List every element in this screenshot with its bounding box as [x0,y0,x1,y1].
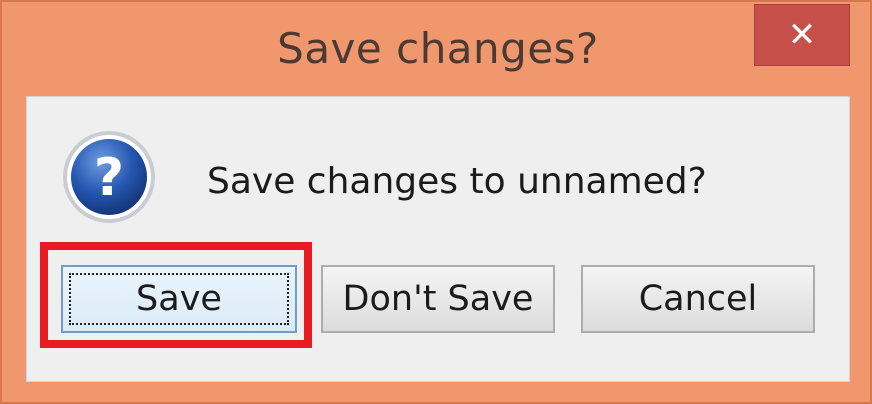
dialog-window: Save changes? ✕ ? Save changes to unname… [0,0,872,404]
close-button[interactable]: ✕ [754,4,850,66]
question-icon: ? [63,131,155,223]
focus-rectangle [69,273,289,325]
dont-save-button-label: Don't Save [342,279,534,319]
cancel-button-label: Cancel [638,279,758,319]
dont-save-button[interactable]: Don't Save [321,265,555,333]
title-bar: Save changes? ✕ [2,2,870,94]
dialog-title: Save changes? [277,24,599,73]
close-icon: ✕ [787,15,817,55]
cancel-button[interactable]: Cancel [581,265,815,333]
svg-text:?: ? [94,148,124,208]
dialog-body: ? Save changes to unnamed? Save Don't Sa… [26,96,850,382]
save-button[interactable]: Save [61,265,297,333]
dialog-message: Save changes to unnamed? [207,161,707,202]
